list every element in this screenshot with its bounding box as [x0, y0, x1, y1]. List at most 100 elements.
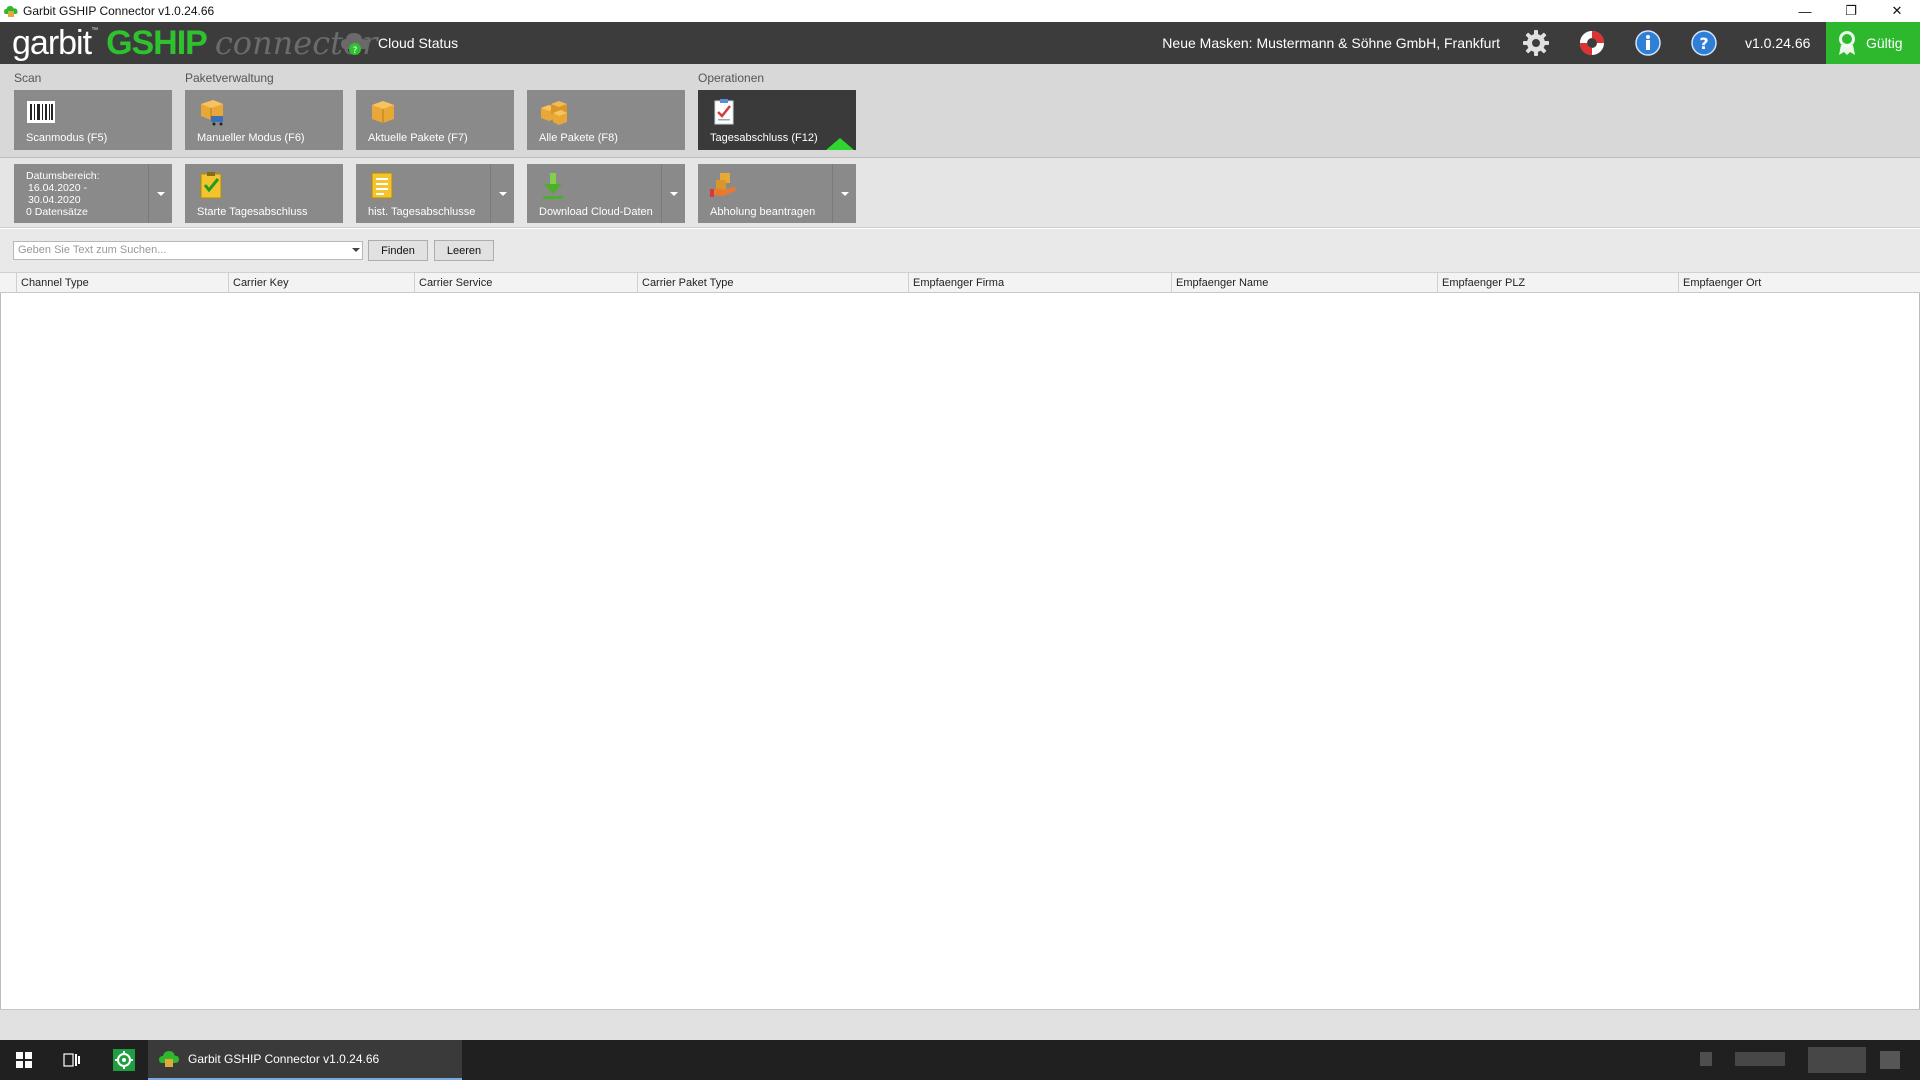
- request-pickup-button[interactable]: Abholung beantragen: [698, 164, 856, 223]
- help-icon: ?: [1691, 30, 1717, 56]
- chevron-down-icon: [840, 191, 849, 196]
- license-status-label: Gültig: [1866, 35, 1903, 51]
- barcode-icon: [27, 101, 55, 123]
- group-label-paketverwaltung: Paketverwaltung: [185, 71, 274, 85]
- column-header[interactable]: Empfaenger Firma: [908, 273, 1171, 293]
- date-range-dropdown[interactable]: [148, 164, 172, 223]
- windows-taskbar: Garbit GSHIP Connector v1.0.24.66: [0, 1040, 1920, 1080]
- lifebuoy-icon: [1580, 31, 1604, 55]
- clear-button[interactable]: Leeren: [434, 240, 494, 261]
- task-view-button[interactable]: [48, 1040, 96, 1080]
- download-cloud-data-button[interactable]: Download Cloud-Daten: [527, 164, 685, 223]
- main-ribbon: Scan Paketverwaltung Operationen Scanmod…: [0, 64, 1920, 158]
- scan-mode-button[interactable]: Scanmodus (F5): [14, 90, 172, 150]
- taskbar-app-label: Garbit GSHIP Connector v1.0.24.66: [188, 1052, 380, 1066]
- cloud-icon: ?: [341, 33, 369, 56]
- task-view-icon: [63, 1053, 80, 1067]
- gear-icon: [1523, 30, 1549, 56]
- cloud-status-button[interactable]: ? Cloud Status: [340, 22, 458, 64]
- download-cloud-data-dropdown[interactable]: [661, 164, 685, 223]
- close-button[interactable]: ✕: [1874, 0, 1920, 22]
- chevron-down-icon: [669, 191, 678, 196]
- package-icon: [372, 101, 394, 123]
- package-cart-icon: [201, 100, 223, 126]
- svg-text:?: ?: [353, 46, 358, 56]
- chevron-down-icon: [498, 191, 507, 196]
- daily-closing-label: Tagesabschluss (F12): [710, 132, 818, 144]
- window-title: Garbit GSHIP Connector v1.0.24.66: [23, 4, 215, 18]
- grid-header: Channel Type Carrier Key Carrier Service…: [0, 273, 1920, 293]
- license-badge-icon: [1839, 31, 1855, 55]
- app-icon: [159, 1051, 179, 1067]
- date-range-selector[interactable]: Datumsbereich: 16.04.2020 - 30.04.2020 0…: [14, 164, 172, 223]
- date-range-label: Datumsbereich:: [26, 170, 100, 182]
- history-closings-dropdown[interactable]: [490, 164, 514, 223]
- restore-button[interactable]: ❐: [1828, 0, 1874, 22]
- gear-app-icon: [113, 1049, 135, 1071]
- column-header[interactable]: Empfaenger Name: [1171, 273, 1437, 293]
- logo-garbit: garbit: [12, 23, 92, 62]
- version-label: v1.0.24.66: [1745, 35, 1811, 51]
- start-daily-closing-button[interactable]: Starte Tagesabschluss: [185, 164, 343, 223]
- group-label-scan: Scan: [14, 71, 42, 85]
- start-daily-closing-label: Starte Tagesabschluss: [197, 206, 308, 218]
- download-cloud-data-label: Download Cloud-Daten: [539, 206, 653, 218]
- logo-gship: GSHIP: [106, 23, 208, 62]
- svg-text:?: ?: [1699, 34, 1708, 53]
- history-closings-button[interactable]: hist. Tagesabschlusse: [356, 164, 514, 223]
- all-packages-button[interactable]: Alle Pakete (F8): [527, 90, 685, 150]
- current-packages-label: Aktuelle Pakete (F7): [368, 132, 468, 144]
- window-title-bar[interactable]: Garbit GSHIP Connector v1.0.24.66 — ❐ ✕: [0, 0, 1920, 22]
- start-button[interactable]: [0, 1040, 48, 1080]
- checklist-icon: [200, 172, 222, 199]
- app-icon: [4, 6, 18, 17]
- column-header[interactable]: Empfaenger Ort: [1678, 273, 1920, 293]
- search-bar: Geben Sie Text zum Suchen... Finden Leer…: [0, 229, 1920, 273]
- clipboard-check-icon: [714, 99, 734, 125]
- app-logo: garbit ™ GSHIP connector: [12, 23, 378, 63]
- tray-clock[interactable]: [1808, 1047, 1866, 1073]
- taskbar-gship-app[interactable]: Garbit GSHIP Connector v1.0.24.66: [148, 1040, 462, 1080]
- tray-icons[interactable]: [1735, 1052, 1785, 1066]
- request-pickup-label: Abholung beantragen: [710, 206, 816, 218]
- group-label-operationen: Operationen: [698, 71, 765, 85]
- scan-mode-label: Scanmodus (F5): [26, 132, 108, 144]
- all-packages-label: Alle Pakete (F8): [539, 132, 618, 144]
- windows-logo-icon: [16, 1052, 32, 1068]
- packages-icon: [541, 101, 567, 125]
- search-history-dropdown[interactable]: [350, 241, 363, 260]
- download-arrow-icon: [543, 173, 563, 199]
- logo-trademark: ™: [91, 26, 99, 34]
- chevron-down-icon: [352, 248, 360, 252]
- manual-mode-label: Manueller Modus (F6): [197, 132, 305, 144]
- request-pickup-dropdown[interactable]: [832, 164, 856, 223]
- column-header[interactable]: Empfaenger PLZ: [1437, 273, 1678, 293]
- status-bar: [0, 1009, 1920, 1040]
- column-header[interactable]: Carrier Paket Type: [637, 273, 908, 293]
- taskbar-pinned-app[interactable]: [100, 1040, 148, 1080]
- notification-center-button[interactable]: [1880, 1051, 1900, 1069]
- find-button[interactable]: Finden: [368, 240, 428, 261]
- help-button[interactable]: ?: [1690, 29, 1718, 57]
- column-header[interactable]: Carrier Service: [414, 273, 637, 293]
- app-header: garbit ™ GSHIP connector ? Cloud Status …: [0, 22, 1920, 64]
- settings-button[interactable]: [1522, 29, 1550, 57]
- cloud-status-label: Cloud Status: [378, 35, 459, 51]
- pickup-hand-icon: [710, 173, 737, 197]
- info-button[interactable]: [1634, 29, 1662, 57]
- minimize-button[interactable]: —: [1782, 0, 1828, 22]
- license-status-button[interactable]: Gültig: [1826, 22, 1920, 64]
- search-input[interactable]: Geben Sie Text zum Suchen...: [13, 241, 363, 260]
- column-header[interactable]: Carrier Key: [228, 273, 414, 293]
- support-button[interactable]: [1578, 29, 1606, 57]
- record-count: 0 Datensätze: [26, 206, 88, 218]
- daily-closing-tab-button[interactable]: Tagesabschluss (F12): [698, 90, 856, 150]
- company-name: Neue Masken: Mustermann & Söhne GmbH, Fr…: [1162, 35, 1500, 51]
- date-range-from: 16.04.2020 -: [28, 182, 87, 194]
- current-packages-button[interactable]: Aktuelle Pakete (F7): [356, 90, 514, 150]
- info-icon: [1635, 30, 1661, 56]
- column-header[interactable]: Channel Type: [16, 273, 228, 293]
- tray-icon[interactable]: [1700, 1052, 1712, 1066]
- package-grid-body[interactable]: [0, 293, 1920, 1009]
- manual-mode-button[interactable]: Manueller Modus (F6): [185, 90, 343, 150]
